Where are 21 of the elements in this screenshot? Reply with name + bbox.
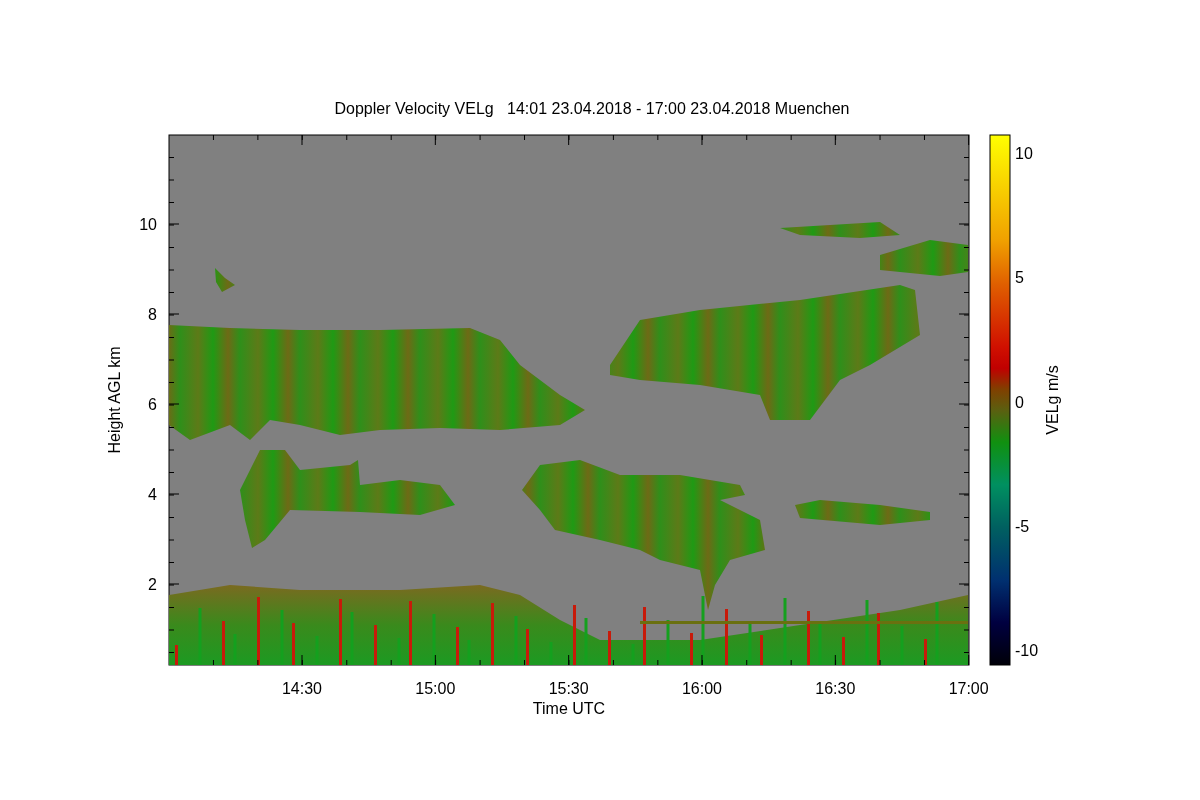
colorbar-tick-label: 0: [1015, 393, 1024, 411]
y-tick-label: 6: [148, 396, 157, 413]
y-tick-label: 2: [148, 576, 157, 593]
x-tick-label: 17:00: [948, 680, 989, 697]
colorbar-tick-label: -10: [1015, 642, 1039, 659]
chart-title: Doppler Velocity VELg 14:01 23.04.2018 - 17:00 23.04.2018 Muenchen: [334, 100, 850, 117]
x-tick-label: 15:00: [415, 680, 456, 697]
colorbar-tick-label: 5: [1015, 269, 1024, 287]
cloud-echo: [215, 268, 235, 292]
x-tick-label: 16:00: [681, 680, 722, 697]
x-tick-label: 14:30: [282, 680, 322, 697]
y-tick-label: 10: [139, 216, 157, 233]
colorbar-tick-label: 10: [1015, 145, 1033, 162]
x-tick-label: 15:30: [548, 680, 589, 697]
colorbar-tick-label: -5: [1015, 517, 1030, 535]
y-tick-label: 8: [148, 306, 157, 323]
colorbar-title: VELg m/s: [1044, 365, 1061, 435]
x-axis-title: Time UTC: [532, 700, 606, 717]
y-tick-label: 4: [148, 486, 157, 503]
x-tick-label: 16:30: [815, 680, 856, 697]
y-axis-title: Height AGL km: [106, 346, 123, 454]
